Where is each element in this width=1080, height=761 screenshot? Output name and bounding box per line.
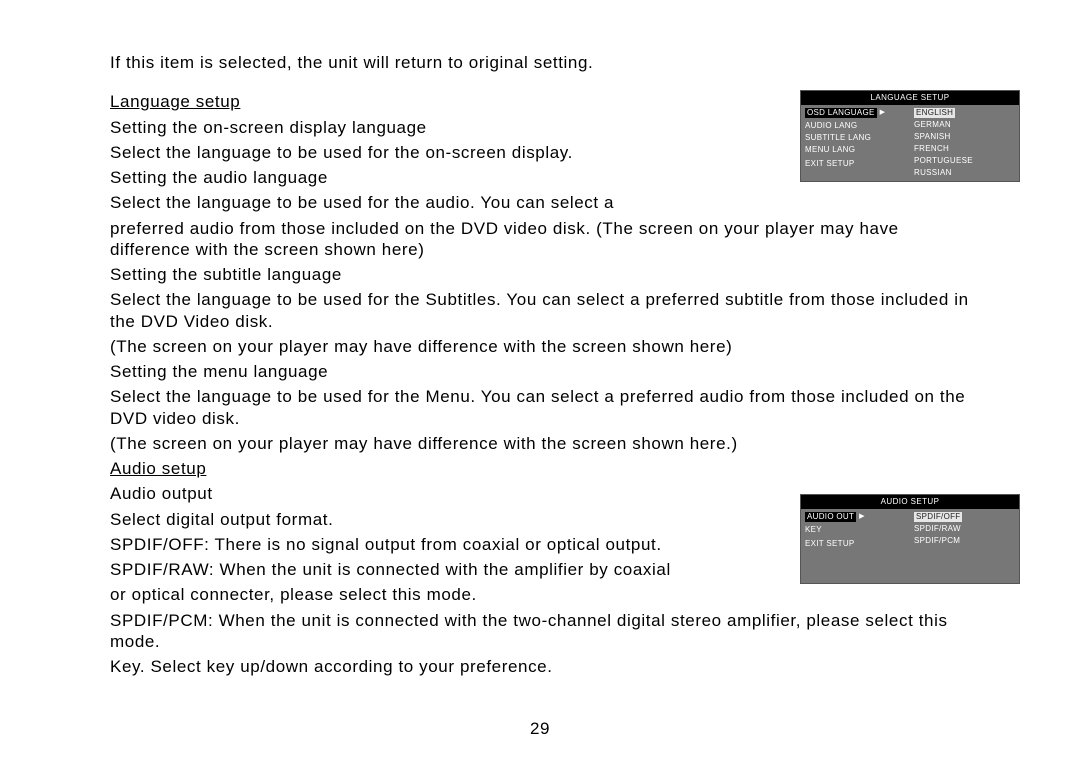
menu-right-item: SPDIF/PCM — [914, 535, 1015, 547]
spdif-pcm: SPDIF/PCM: When the unit is connected wi… — [110, 610, 970, 653]
menu-left-item: EXIT SETUP — [805, 538, 906, 550]
spdif-off: SPDIF/OFF: There is no signal output fro… — [110, 534, 770, 555]
audio-output-heading: Audio output — [110, 483, 770, 504]
spdif-raw-1: SPDIF/RAW: When the unit is connected wi… — [110, 559, 770, 580]
menu-lang-body-2: (The screen on your player may have diff… — [110, 433, 970, 454]
menu-left-item: OSD LANGUAGE▶ — [805, 107, 906, 120]
menu-lang-body-1: Select the language to be used for the M… — [110, 386, 970, 429]
chevron-right-icon: ▶ — [859, 513, 865, 522]
page-number: 29 — [0, 718, 1080, 739]
menu-right-item: FRENCH — [914, 143, 1015, 155]
menu-left-item: SUBTITLE LANG — [805, 132, 906, 144]
spdif-raw-2: or optical connecter, please select this… — [110, 584, 970, 605]
menu-right-item: SPDIF/OFF — [914, 511, 1015, 523]
osd-body: Select the language to be used for the o… — [110, 142, 750, 163]
menu-left-col: AUDIO OUT▶ KEY EXIT SETUP — [801, 509, 910, 583]
menu-right-item — [914, 551, 1015, 553]
menu-left-item: MENU LANG — [805, 144, 906, 156]
menu-left-item — [805, 552, 906, 554]
menu-right-item: SPANISH — [914, 131, 1015, 143]
audio-lang-body-1: Select the language to be used for the a… — [110, 192, 750, 213]
menu-body: OSD LANGUAGE▶ AUDIO LANG SUBTITLE LANG M… — [801, 105, 1019, 181]
menu-right-item: PORTUGUESE — [914, 155, 1015, 167]
osd-heading: Setting the on-screen display language — [110, 117, 750, 138]
menu-left-item: KEY — [805, 524, 906, 536]
menu-selected-right: SPDIF/OFF — [914, 512, 962, 522]
menu-left-item: AUDIO OUT▶ — [805, 511, 906, 524]
menu-right-col: SPDIF/OFF SPDIF/RAW SPDIF/PCM — [910, 509, 1019, 583]
menu-left-item: EXIT SETUP — [805, 158, 906, 170]
menu-selected-left: OSD LANGUAGE — [805, 108, 877, 118]
menu-left-col: OSD LANGUAGE▶ AUDIO LANG SUBTITLE LANG M… — [801, 105, 910, 181]
audio-output-body: Select digital output format. — [110, 509, 770, 530]
menu-title: LANGUAGE SETUP — [801, 91, 1019, 105]
subtitle-heading: Setting the subtitle language — [110, 264, 970, 285]
menu-left-item: AUDIO LANG — [805, 120, 906, 132]
audio-lang-heading: Setting the audio language — [110, 167, 750, 188]
subtitle-body-1: Select the language to be used for the S… — [110, 289, 970, 332]
document-page: If this item is selected, the unit will … — [0, 0, 1080, 761]
menu-body: AUDIO OUT▶ KEY EXIT SETUP SPDIF/OFF SPDI… — [801, 509, 1019, 583]
audio-setup-menu: AUDIO SETUP AUDIO OUT▶ KEY EXIT SETUP SP… — [800, 494, 1020, 584]
menu-right-item: SPDIF/RAW — [914, 523, 1015, 535]
language-setup-menu: LANGUAGE SETUP OSD LANGUAGE▶ AUDIO LANG … — [800, 90, 1020, 182]
subtitle-body-2: (The screen on your player may have diff… — [110, 336, 970, 357]
menu-selected-right: ENGLISH — [914, 108, 955, 118]
menu-title: AUDIO SETUP — [801, 495, 1019, 509]
audio-lang-body-2: preferred audio from those included on t… — [110, 218, 970, 261]
key-line: Key. Select key up/down according to you… — [110, 656, 970, 677]
menu-selected-left: AUDIO OUT — [805, 512, 856, 522]
menu-right-item: RUSSIAN — [914, 167, 1015, 179]
intro-line: If this item is selected, the unit will … — [110, 52, 970, 73]
chevron-right-icon: ▶ — [880, 109, 886, 118]
menu-lang-heading: Setting the menu language — [110, 361, 970, 382]
menu-right-item: GERMAN — [914, 119, 1015, 131]
audio-setup-heading: Audio setup — [110, 458, 970, 479]
menu-right-item: ENGLISH — [914, 107, 1015, 119]
menu-right-col: ENGLISH GERMAN SPANISH FRENCH PORTUGUESE… — [910, 105, 1019, 181]
